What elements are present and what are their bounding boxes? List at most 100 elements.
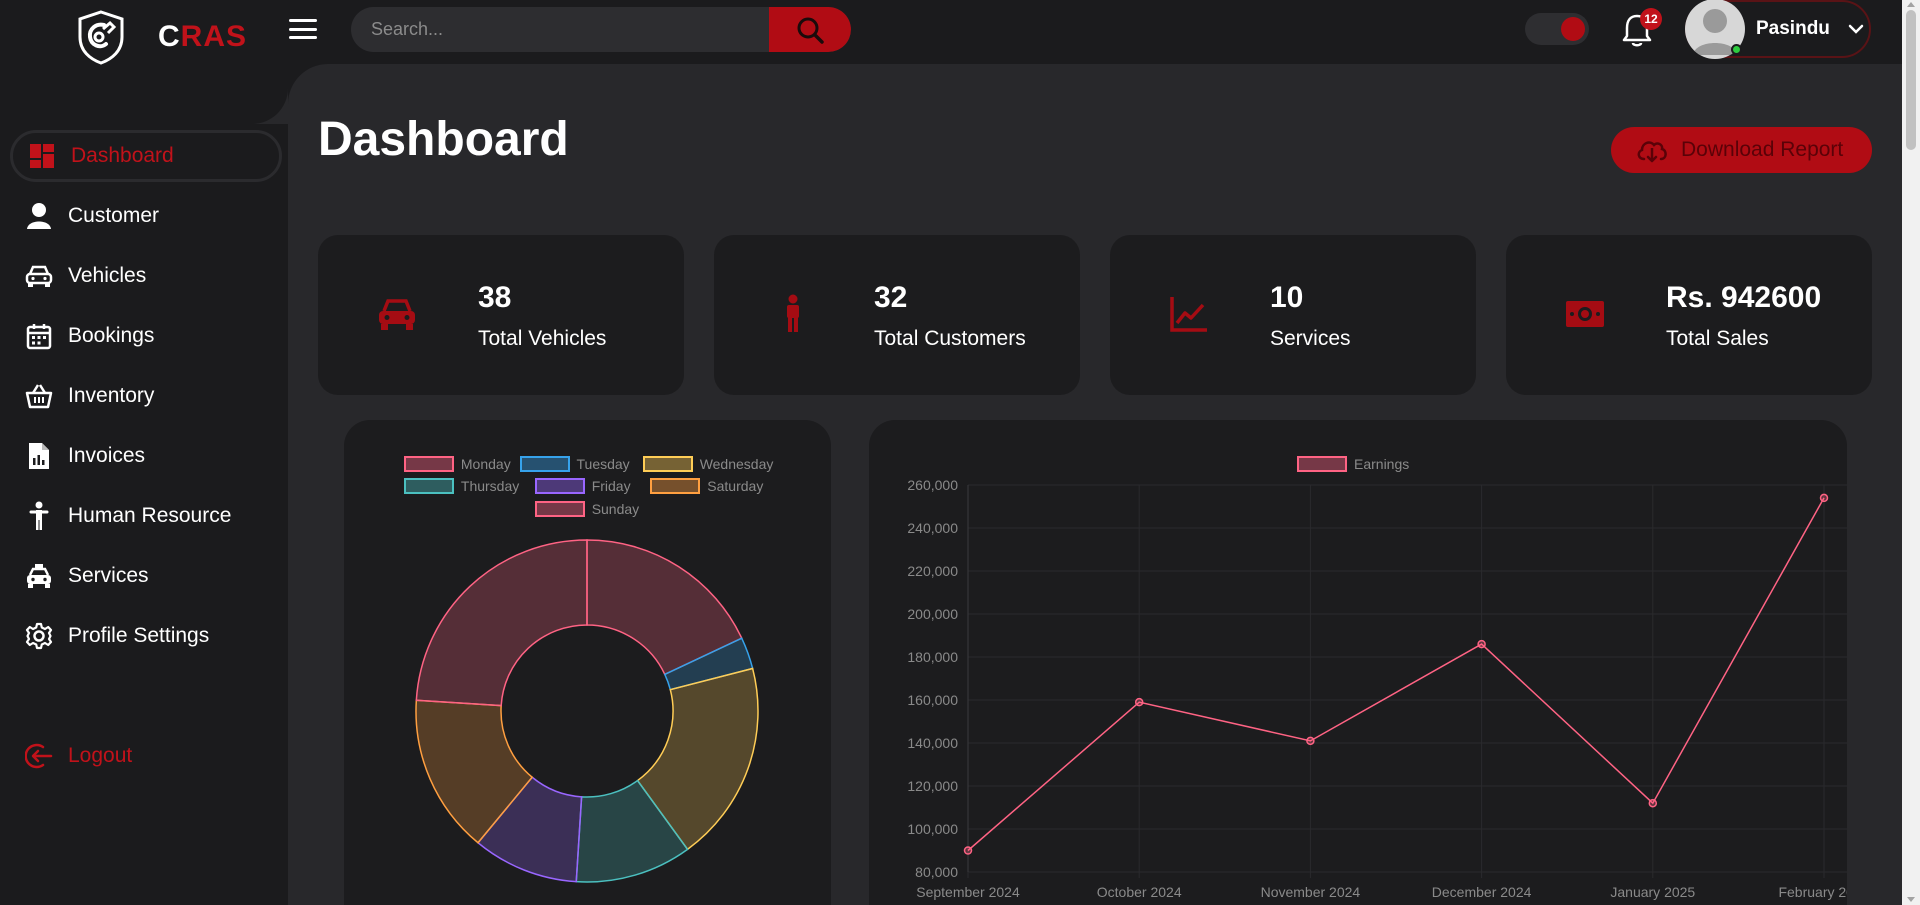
user-menu[interactable]: Pasindu	[1685, 0, 1871, 59]
sidebar-item-vehicles[interactable]: Vehicles	[10, 250, 282, 302]
stat-card-services: 10 Services	[1110, 235, 1476, 395]
sidebar-item-bookings[interactable]: Bookings	[10, 310, 282, 362]
sidebar-item-label: Inventory	[68, 384, 155, 407]
stat-label: Services	[1270, 327, 1351, 350]
x-tick-label: December 2024	[1432, 884, 1532, 900]
stat-card-sales: Rs. 942600 Total Sales	[1506, 235, 1872, 395]
x-tick-label: January 2025	[1610, 884, 1695, 900]
dashboard-icon	[27, 141, 57, 171]
notifications-button[interactable]: 12	[1620, 8, 1662, 48]
data-point-0[interactable]	[963, 846, 973, 855]
sidebar-item-dashboard[interactable]: Dashboard	[10, 130, 282, 182]
y-tick-label: 200,000	[907, 606, 958, 622]
calendar-icon	[24, 321, 54, 351]
scroll-up-arrow[interactable]	[1907, 2, 1915, 7]
theme-toggle[interactable]	[1525, 13, 1589, 45]
page-title: Dashboard	[318, 113, 569, 166]
y-tick-label: 140,000	[907, 735, 958, 751]
person-icon	[770, 293, 816, 335]
sidebar-item-label: Human Resource	[68, 504, 232, 527]
donut-chart	[415, 539, 759, 883]
y-tick-label: 220,000	[907, 563, 958, 579]
stat-label: Total Customers	[874, 327, 1026, 350]
search-icon	[797, 17, 824, 44]
download-report-button[interactable]: Download Report	[1611, 127, 1872, 173]
stat-value: Rs. 942600	[1666, 281, 1822, 314]
sidebar-item-human-resource[interactable]: Human Resource	[10, 490, 282, 542]
sidebar-item-label: Invoices	[68, 444, 146, 467]
y-tick-label: 260,000	[907, 477, 958, 493]
data-point-5[interactable]	[1819, 493, 1829, 503]
logout-icon	[24, 741, 54, 771]
stat-label: Total Vehicles	[478, 327, 607, 350]
data-point-1[interactable]	[1134, 697, 1144, 707]
basket-icon	[24, 381, 54, 411]
earnings-line-chart: 260,000 240,000 220,000 200,000 180,000 160,0…	[907, 477, 1847, 900]
sidebar-item-profile-settings[interactable]: Profile Settings	[10, 610, 282, 662]
sidebar-item-customer[interactable]: Customer	[10, 190, 282, 242]
brand-name: CRAS	[158, 20, 247, 54]
y-tick-label: 100,000	[907, 821, 958, 837]
taxi-icon	[24, 561, 54, 591]
y-tick-label: 160,000	[907, 692, 958, 708]
sidebar-item-services[interactable]: Services	[10, 550, 282, 602]
stat-card-customers: 32 Total Customers	[714, 235, 1080, 395]
car-icon	[374, 293, 420, 335]
gear-icon	[24, 621, 54, 651]
scroll-down-arrow[interactable]	[1907, 897, 1915, 902]
stat-value: 32	[874, 281, 908, 314]
data-point-4[interactable]	[1648, 798, 1658, 808]
sidebar-item-label: Customer	[68, 204, 160, 227]
hamburger-line	[289, 19, 317, 22]
x-tick-label: February 2025	[1778, 884, 1847, 900]
stat-card-vehicles: 38 Total Vehicles	[318, 235, 684, 395]
notification-badge: 12	[1640, 8, 1662, 30]
logo-icon	[78, 10, 124, 65]
scroll-thumb[interactable]	[1906, 10, 1916, 150]
sidebar-item-label: Services	[68, 564, 149, 587]
sidebar-item-invoices[interactable]: Invoices	[10, 430, 282, 482]
y-tick-label: 80,000	[915, 864, 958, 880]
y-tick-label: 120,000	[907, 778, 958, 794]
menu-toggle-button[interactable]	[289, 16, 317, 42]
x-tick-label: November 2024	[1261, 884, 1361, 900]
download-report-label: Download Report	[1681, 138, 1844, 161]
search-button[interactable]	[769, 7, 851, 52]
y-tick-label: 240,000	[907, 520, 958, 536]
person-icon	[24, 501, 54, 531]
stat-value: 38	[478, 281, 512, 314]
top-bar: CRAS 12 Pasindu	[0, 0, 1902, 65]
donut-slice-sunday[interactable]	[415, 539, 588, 707]
sidebar-item-label: Profile Settings	[68, 624, 210, 647]
toggle-knob	[1561, 17, 1585, 41]
brand-name-first: C	[158, 20, 181, 53]
sidebar-item-label: Bookings	[68, 324, 155, 347]
chart-line-icon	[1166, 293, 1212, 335]
search-input[interactable]	[351, 7, 769, 52]
data-point-3[interactable]	[1477, 639, 1486, 649]
sidebar-item-inventory[interactable]: Inventory	[10, 370, 282, 422]
stat-value: 10	[1270, 281, 1304, 314]
sidebar: Dashboard Customer Vehicles Bookings Inv…	[0, 64, 288, 905]
weekday-chart-card: Monday Tuesday Wednesday Thursday Friday Satu…	[344, 420, 831, 905]
data-point-2[interactable]	[1306, 736, 1315, 746]
invoice-icon	[24, 441, 54, 471]
user-icon	[24, 201, 54, 231]
x-tick-label: October 2024	[1097, 884, 1182, 900]
user-name: Pasindu	[1756, 18, 1830, 39]
page-scrollbar[interactable]	[1902, 0, 1920, 905]
hamburger-line	[289, 36, 317, 39]
hamburger-line	[289, 27, 317, 31]
search-bar	[351, 7, 851, 52]
chevron-down-icon	[1848, 24, 1864, 34]
stat-label: Total Sales	[1666, 327, 1769, 350]
cloud-download-icon	[1637, 141, 1667, 163]
y-tick-label: 180,000	[907, 649, 958, 665]
sidebar-item-label: Vehicles	[68, 264, 147, 287]
car-icon	[24, 261, 54, 291]
earnings-chart-card: Earnings 260,000 240,000 220,000 200,000 180…	[869, 420, 1847, 905]
x-tick-label: September 2024	[916, 884, 1020, 900]
brand-logo[interactable]: CRAS	[74, 10, 264, 65]
series-line-earnings	[967, 497, 1825, 852]
logout-button[interactable]: Logout	[10, 730, 282, 782]
